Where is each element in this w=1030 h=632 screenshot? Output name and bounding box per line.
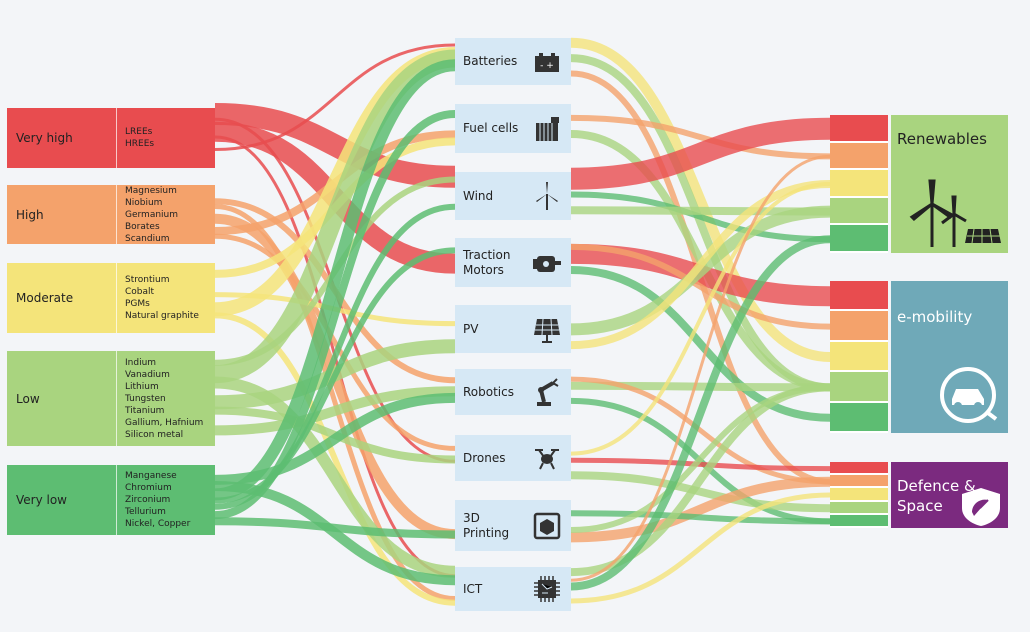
technology-node: Traction Motors bbox=[455, 238, 571, 287]
material-name: Nickel, Copper bbox=[125, 519, 191, 529]
material-name: Titanium bbox=[125, 405, 165, 416]
technology-label: Robotics bbox=[463, 384, 514, 399]
material-name: Strontium bbox=[125, 275, 170, 285]
technology-label: PV bbox=[463, 321, 479, 336]
supply-risk-tier: Very high LREEs HREEs bbox=[7, 108, 215, 168]
tier-materials: LREEs HREEs bbox=[117, 108, 215, 168]
electric-car-icon bbox=[940, 367, 998, 423]
technology-node: Fuel cells bbox=[455, 104, 571, 153]
material-name: LREEs bbox=[125, 127, 153, 137]
material-name: Gallium, Hafnium bbox=[125, 417, 204, 428]
technology-label: Traction Motors bbox=[463, 247, 511, 277]
technology-node: Drones bbox=[455, 435, 571, 481]
battery-icon: - + bbox=[535, 52, 559, 72]
technology-node: Wind bbox=[455, 172, 571, 220]
risk-band bbox=[830, 225, 888, 253]
technology-label: Fuel cells bbox=[463, 121, 519, 135]
material-name: Tellurium bbox=[125, 507, 166, 517]
technology-node: PV bbox=[455, 305, 571, 353]
risk-band bbox=[830, 311, 888, 342]
sector-node: Renewables bbox=[891, 115, 1008, 253]
technology-node: Robotics bbox=[455, 369, 571, 415]
svg-text:- +: - + bbox=[540, 61, 554, 71]
technology-node: 3D Printing bbox=[455, 500, 571, 551]
material-name: Borates bbox=[125, 221, 160, 232]
material-name: Indium bbox=[125, 357, 157, 368]
material-name: Tungsten bbox=[125, 393, 166, 404]
risk-band bbox=[830, 372, 888, 403]
sector-label: Renewables bbox=[897, 130, 987, 148]
risk-band bbox=[830, 462, 888, 476]
risk-band bbox=[830, 142, 888, 171]
technology-label: Wind bbox=[463, 188, 494, 203]
supply-risk-tier: Very low Manganese Chromium Zirconium Tellur… bbox=[7, 465, 215, 535]
technology-label: 3D Printing bbox=[463, 510, 510, 540]
risk-band bbox=[830, 197, 888, 226]
risk-band bbox=[830, 341, 888, 373]
technology-node: Batteries - + bbox=[455, 38, 571, 85]
material-name: Manganese bbox=[125, 471, 177, 481]
tier-label: Very high bbox=[7, 108, 117, 168]
risk-band bbox=[830, 170, 888, 198]
satellite-shield-icon bbox=[962, 488, 1000, 526]
tier-materials: Indium Vanadium Lithium Tungsten Titanium Gal… bbox=[117, 351, 215, 446]
robot-arm-icon bbox=[537, 378, 559, 406]
tier-label: Moderate bbox=[7, 263, 117, 333]
risk-band bbox=[830, 281, 888, 312]
material-name: PGMs bbox=[125, 299, 150, 309]
risk-band bbox=[830, 514, 888, 529]
drone-icon bbox=[535, 449, 559, 470]
material-name: Niobium bbox=[125, 197, 163, 208]
risk-band bbox=[830, 475, 888, 489]
material-name: Germanium bbox=[125, 209, 179, 220]
tier-materials: Magnesium Niobium Germanium Borates Scandium bbox=[117, 185, 215, 244]
chip-icon bbox=[534, 576, 560, 602]
material-name: HREEs bbox=[125, 139, 155, 149]
sector-risk-stack bbox=[830, 462, 888, 529]
supply-risk-tier: High Magnesium Niobium Germanium Borates Scan… bbox=[7, 185, 215, 244]
tier-materials: Manganese Chromium Zirconium Tellurium Nicke… bbox=[117, 465, 215, 535]
material-name: Magnesium bbox=[125, 185, 177, 196]
motor-icon bbox=[533, 255, 561, 272]
material-name: Scandium bbox=[125, 233, 170, 244]
tier-label: Very low bbox=[7, 465, 117, 535]
material-name: Zirconium bbox=[125, 495, 171, 505]
supply-risk-tier: Moderate Strontium Cobalt PGMs Natural graph… bbox=[7, 263, 215, 333]
tier-label: High bbox=[7, 185, 117, 244]
technology-label: Batteries bbox=[463, 54, 518, 68]
3d-printer-icon bbox=[533, 512, 561, 539]
sector-risk-stack bbox=[830, 281, 888, 434]
material-name: Natural graphite bbox=[125, 311, 199, 321]
fuel-cell-icon bbox=[536, 116, 559, 141]
wind-solar-icon bbox=[909, 179, 1001, 247]
tier-materials: Strontium Cobalt PGMs Natural graphite bbox=[117, 263, 215, 333]
wind-turbine-icon bbox=[536, 182, 558, 210]
technology-label: ICT bbox=[463, 581, 483, 596]
risk-band bbox=[830, 488, 888, 502]
solar-panel-icon bbox=[534, 318, 560, 343]
material-name: Silicon metal bbox=[125, 429, 184, 440]
risk-band bbox=[830, 402, 888, 434]
technology-label: Drones bbox=[463, 450, 506, 465]
tier-label: Low bbox=[7, 351, 117, 446]
material-name: Cobalt bbox=[125, 287, 155, 297]
sector-risk-stack bbox=[830, 115, 888, 253]
material-name: Vanadium bbox=[125, 369, 170, 380]
sector-label: e-mobility bbox=[897, 308, 973, 326]
risk-band bbox=[830, 501, 888, 515]
supply-risk-tier: Low Indium Vanadium Lithium Tungsten Titanium… bbox=[7, 351, 215, 446]
flow-tech-to-sector bbox=[570, 381, 831, 392]
technology-node: ICT bbox=[455, 567, 571, 611]
sector-node: e-mobility bbox=[891, 281, 1008, 433]
material-name: Lithium bbox=[125, 381, 159, 392]
risk-band bbox=[830, 115, 888, 143]
material-name: Chromium bbox=[125, 483, 172, 493]
sector-node: Defence & Space bbox=[891, 462, 1008, 528]
